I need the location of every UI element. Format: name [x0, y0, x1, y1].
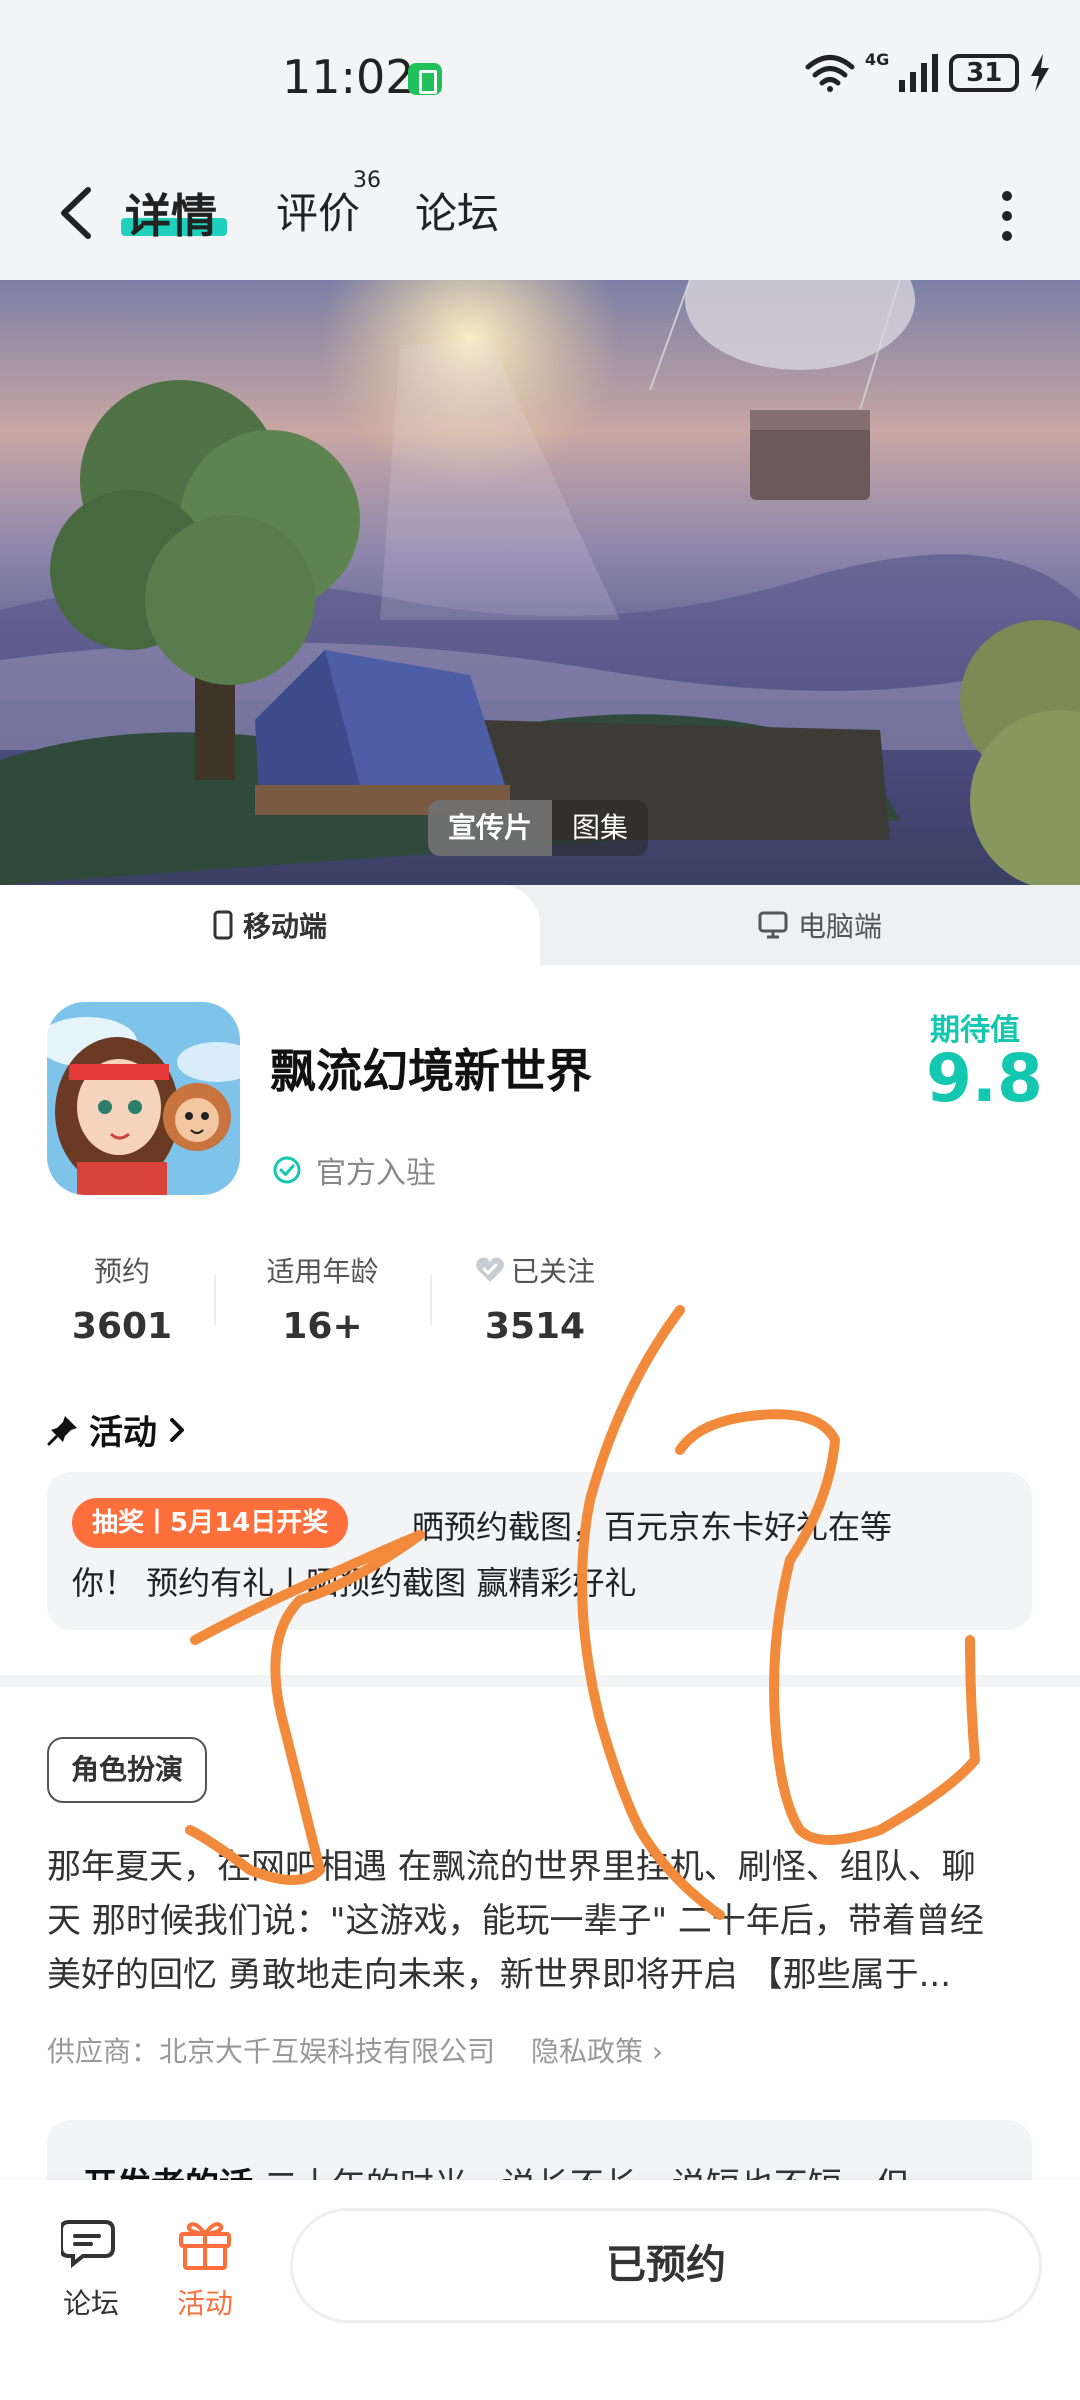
tab-review[interactable]: 评价 [276, 180, 360, 241]
divider [214, 1275, 216, 1325]
battery-icon: 31 [949, 54, 1020, 92]
platform-tab-pc[interactable]: 电脑端 [560, 885, 1080, 965]
stat-value: 3514 [484, 1306, 586, 1347]
stat-label: 适用年龄 [266, 1255, 379, 1288]
nav-forum-label: 论坛 [62, 2287, 119, 2320]
activity-card[interactable]: 抽奖丨5月14日开奖 晒预约截图，百元京东卡好礼在等 你！ 预约有礼丨晒预约截图… [47, 1472, 1032, 1630]
chevron-right-icon [170, 1417, 184, 1442]
heart-check-icon [476, 1257, 504, 1282]
status-icons: 4G 31 [805, 50, 1051, 92]
media-tab-video[interactable]: 宣传片 [428, 800, 553, 856]
lottery-badge: 抽奖丨5月14日开奖 [72, 1498, 349, 1548]
activity-text: 你！ 预约有礼丨晒预约截图 赢精彩好礼 [72, 1564, 637, 1602]
privacy-policy-link[interactable]: 隐私政策 › [531, 2030, 663, 2070]
stat-label: 预约 [93, 1255, 150, 1288]
tab-forum[interactable]: 论坛 [415, 180, 499, 241]
description-line: 天 那时候我们说："这游戏，能玩一辈子" 二十年后，带着曾经 [47, 1901, 984, 1941]
gift-icon [179, 2222, 231, 2270]
top-nav: 详情 评价 36 论坛 [0, 150, 1080, 280]
game-title: 飘流幻境新世界 [270, 1044, 592, 1098]
stat-followers[interactable]: 已关注 3514 [465, 1250, 605, 1347]
description-line: 美好的回忆 勇敢地走向未来，新世界即将开启 【那些属于... [47, 1955, 952, 1995]
nav-activity-label: 活动 [176, 2287, 233, 2320]
media-switch: 宣传片 图集 [428, 800, 649, 856]
platform-mobile-label: 移动端 [242, 910, 327, 943]
divider [430, 1275, 432, 1325]
description-line: 那年夏天，在网吧相遇 在飘流的世界里挂机、刷怪、组队、聊 [47, 1847, 976, 1887]
section-divider [0, 1675, 1080, 1687]
charging-icon [1031, 54, 1050, 92]
network-type: 4G [865, 49, 890, 69]
stat-value: 3601 [71, 1306, 173, 1347]
wifi-icon [805, 55, 855, 92]
verified-check-icon [273, 1156, 301, 1184]
nav-activity[interactable]: 活动 [160, 2216, 250, 2322]
banner-illustration [0, 280, 1080, 885]
supplier-row: 供应商：北京大千互娱科技有限公司 隐私政策 › [47, 2030, 663, 2070]
signal-icon [899, 54, 939, 92]
bottom-action-bar: 论坛 活动 已预约 [0, 2180, 1080, 2400]
nav-forum[interactable]: 论坛 [46, 2216, 136, 2322]
status-bar: 11:02 4G 31 [0, 0, 1080, 150]
activity-text: 晒预约截图，百元京东卡好礼在等 [412, 1508, 893, 1546]
forum-chat-icon [61, 2220, 115, 2269]
reserved-button[interactable]: 已预约 [290, 2208, 1042, 2323]
official-label: 官方入驻 [316, 1156, 436, 1191]
stat-label-followed: 已关注 [465, 1250, 605, 1290]
stat-value: 16+ [282, 1306, 363, 1347]
platform-pc-label: 电脑端 [797, 910, 882, 943]
genre-tag[interactable]: 角色扮演 [47, 1737, 208, 1803]
official-badge: 官方入驻 [272, 1148, 436, 1192]
promo-banner[interactable] [0, 280, 1080, 885]
pin-icon [47, 1415, 77, 1445]
platform-tab-mobile[interactable]: 移动端 [0, 885, 540, 965]
game-description[interactable]: 那年夏天，在网吧相遇 在飘流的世界里挂机、刷怪、组队、聊 天 那时候我们说："这… [47, 1840, 1037, 2002]
expectation-score: 9.8 [926, 1040, 1043, 1117]
stat-age-rating: 适用年龄 16+ [250, 1250, 395, 1347]
review-count-badge: 36 [353, 168, 381, 193]
media-tab-gallery[interactable]: 图集 [552, 800, 648, 856]
phone-icon [213, 910, 233, 940]
monitor-icon [758, 911, 788, 939]
activity-header[interactable]: 活动 [47, 1405, 187, 1454]
more-options-icon[interactable] [995, 186, 1019, 246]
supplier-label: 供应商：北京大千互娱科技有限公司 [47, 2035, 496, 2068]
battery-saver-icon [408, 63, 442, 95]
game-app-icon [47, 1002, 240, 1195]
stat-reservations: 预约 3601 [62, 1250, 182, 1347]
activity-heading: 活动 [89, 1413, 157, 1453]
status-time: 11:02 [282, 50, 415, 104]
back-arrow-icon[interactable] [50, 178, 110, 248]
tab-detail[interactable]: 详情 [125, 180, 217, 246]
platform-tabs: 移动端 电脑端 [0, 885, 1080, 965]
